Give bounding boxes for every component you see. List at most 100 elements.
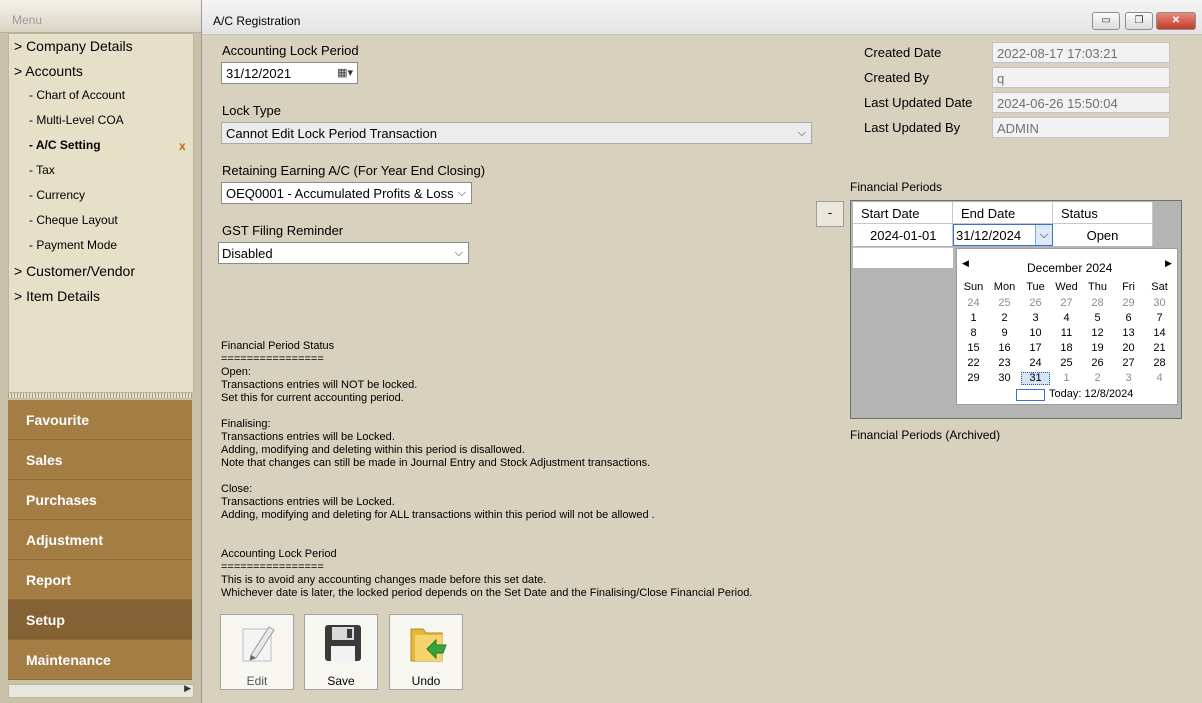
column-header-start-date[interactable]: Start Date	[853, 202, 953, 224]
chevron-down-icon: ⌵	[457, 187, 466, 199]
gst-reminder-select[interactable]: Disabled ⌵	[218, 242, 469, 264]
lock-type-select[interactable]: Cannot Edit Lock Period Transaction ⌵	[221, 122, 812, 144]
retaining-earning-select[interactable]: OEQ0001 - Accumulated Profits & Loss ⌵	[221, 182, 472, 204]
nav-report[interactable]: Report	[8, 560, 192, 600]
calendar-day[interactable]: 12	[1083, 327, 1112, 339]
calendar-day[interactable]: 7	[1145, 312, 1174, 324]
calendar-day[interactable]: 6	[1114, 312, 1143, 324]
calendar-day[interactable]: 15	[959, 342, 988, 354]
minimize-button[interactable]: ▭	[1092, 12, 1120, 30]
calendar-day[interactable]: 22	[959, 357, 988, 369]
nav-purchases[interactable]: Purchases	[8, 480, 192, 520]
panel-splitter[interactable]	[8, 393, 192, 398]
calendar-day[interactable]: 26	[1083, 357, 1112, 369]
cell-end-date-editor[interactable]: 31/12/2024 ⌵	[953, 224, 1053, 246]
calendar-day[interactable]: 21	[1145, 342, 1174, 354]
column-header-end-date[interactable]: End Date	[953, 202, 1053, 224]
calendar-day[interactable]: 3	[1114, 372, 1143, 384]
calendar-day[interactable]: 10	[1021, 327, 1050, 339]
calendar-day[interactable]: 3	[1021, 312, 1050, 324]
tree-item-accounts[interactable]: > Accounts	[14, 63, 83, 79]
calendar-day[interactable]: 25	[990, 297, 1019, 309]
calendar-day[interactable]: 25	[1052, 357, 1081, 369]
undo-button[interactable]: Undo	[389, 614, 463, 690]
calendar-day[interactable]: 8	[959, 327, 988, 339]
calendar-day[interactable]: 9	[990, 327, 1019, 339]
remove-period-button[interactable]: -	[816, 201, 844, 227]
calendar-popup: ◀ December 2024 ▶ Sun Mon Tue Wed Thu Fri Sat 2…	[956, 248, 1178, 405]
tree-item-payment-mode[interactable]: - Payment Mode	[29, 238, 117, 252]
tree-item-company-details[interactable]: > Company Details	[14, 38, 133, 54]
nav-favourite[interactable]: Favourite	[8, 400, 192, 440]
calendar-day[interactable]: 26	[1021, 297, 1050, 309]
calendar-day[interactable]: 11	[1052, 327, 1081, 339]
close-tab-icon[interactable]: x	[179, 139, 186, 153]
calendar-day[interactable]: 17	[1021, 342, 1050, 354]
horizontal-scrollbar[interactable]: ▶	[8, 683, 194, 698]
new-row[interactable]	[853, 247, 953, 268]
calendar-day[interactable]: 20	[1114, 342, 1143, 354]
tree-item-ac-setting[interactable]: - A/C Setting	[29, 138, 101, 152]
calendar-day[interactable]: 1	[959, 312, 988, 324]
calendar-day[interactable]: 18	[1052, 342, 1081, 354]
tree-item-tax[interactable]: - Tax	[29, 163, 55, 177]
scroll-right-icon[interactable]: ▶	[184, 683, 191, 694]
edit-button[interactable]: Edit	[220, 614, 294, 690]
calendar-day[interactable]: 31	[1021, 372, 1050, 385]
tree-item-currency[interactable]: - Currency	[29, 188, 85, 202]
weekday-label: Fri	[1122, 281, 1135, 293]
calendar-day[interactable]: 16	[990, 342, 1019, 354]
calendar-day[interactable]: 24	[1021, 357, 1050, 369]
save-button[interactable]: Save	[304, 614, 378, 690]
calendar-day[interactable]: 4	[1145, 372, 1174, 384]
chevron-down-icon[interactable]: ⌵	[1035, 225, 1052, 245]
cell-status[interactable]: Open	[1053, 224, 1153, 246]
calendar-day[interactable]: 28	[1145, 357, 1174, 369]
calendar-day[interactable]: 2	[1083, 372, 1112, 384]
calendar-month-label[interactable]: December 2024	[1027, 261, 1112, 275]
nav-label: Adjustment	[26, 532, 103, 548]
nav-adjustment[interactable]: Adjustment	[8, 520, 192, 560]
nav-maintenance[interactable]: Maintenance	[8, 640, 192, 680]
calendar-day[interactable]: 27	[1052, 297, 1081, 309]
calendar-dropdown-icon[interactable]: ▦▾	[337, 66, 353, 79]
tree-item-customer-vendor[interactable]: > Customer/Vendor	[14, 263, 135, 279]
calendar-day[interactable]: 2	[990, 312, 1019, 324]
next-month-icon[interactable]: ▶	[1165, 258, 1172, 269]
created-by-field: q	[992, 67, 1170, 88]
nav-setup[interactable]: Setup	[8, 600, 192, 640]
calendar-day[interactable]: 5	[1083, 312, 1112, 324]
tree-item-cheque-layout[interactable]: - Cheque Layout	[29, 213, 118, 227]
tree-item-item-details[interactable]: > Item Details	[14, 288, 100, 304]
calendar-day[interactable]: 1	[1052, 372, 1081, 384]
weekday-label: Wed	[1055, 281, 1078, 293]
calendar-day[interactable]: 23	[990, 357, 1019, 369]
calendar-day[interactable]: 29	[1114, 297, 1143, 309]
nav-sales[interactable]: Sales	[8, 440, 192, 480]
left-navigation-panel: Menu > Company Details > Accounts - Char…	[0, 0, 202, 703]
window-title: A/C Registration	[213, 14, 301, 28]
calendar-day[interactable]: 28	[1083, 297, 1112, 309]
calendar-day[interactable]: 27	[1114, 357, 1143, 369]
tree-item-chart-of-account[interactable]: - Chart of Account	[29, 88, 125, 102]
lock-period-date-picker[interactable]: 31/12/2021 ▦▾	[221, 62, 358, 84]
close-button[interactable]: ✕	[1156, 12, 1196, 30]
edit-label: Edit	[246, 674, 268, 688]
restore-button[interactable]: ❐	[1125, 12, 1153, 30]
calendar-day[interactable]: 19	[1083, 342, 1112, 354]
calendar-day[interactable]: 4	[1052, 312, 1081, 324]
calendar-day[interactable]: 30	[990, 372, 1019, 384]
today-link[interactable]: Today: 12/8/2024	[1049, 388, 1133, 400]
column-header-status[interactable]: Status	[1053, 202, 1153, 224]
calendar-day[interactable]: 29	[959, 372, 988, 384]
tree-item-multi-level-coa[interactable]: - Multi-Level COA	[29, 113, 124, 127]
prev-month-icon[interactable]: ◀	[962, 258, 969, 269]
floppy-disk-icon	[325, 625, 361, 661]
cell-start-date[interactable]: 2024-01-01	[853, 224, 953, 246]
calendar-day[interactable]: 30	[1145, 297, 1174, 309]
calendar-day[interactable]: 14	[1145, 327, 1174, 339]
calendar-day[interactable]: 24	[959, 297, 988, 309]
last-updated-date-value: 2024-06-26 15:50:04	[997, 96, 1118, 111]
menu-tree: > Company Details > Accounts - Chart of …	[8, 33, 194, 393]
calendar-day[interactable]: 13	[1114, 327, 1143, 339]
